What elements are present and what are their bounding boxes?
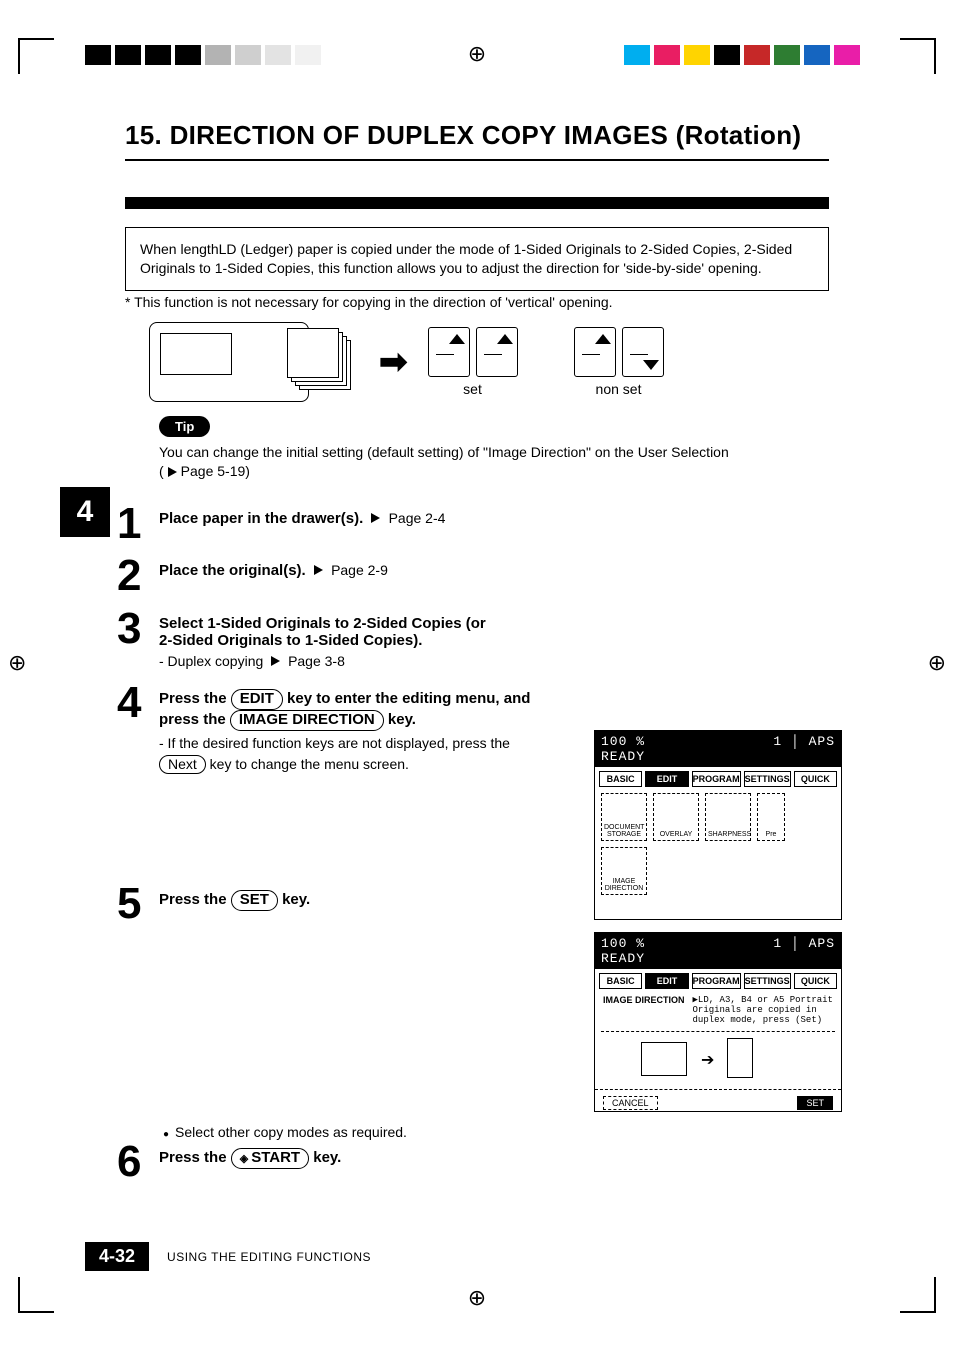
xref-arrow-icon xyxy=(371,513,380,523)
lcd-msg-row: IMAGE DIRECTION ▶LD, A3, B4 or A5 Portra… xyxy=(595,991,841,1029)
edit-key: EDIT xyxy=(231,689,283,710)
step-1: 1 Place paper in the drawer(s). Page 2-4 xyxy=(125,504,829,544)
paper-stack-icon xyxy=(289,328,359,396)
step3-heading-a: Select 1-Sided Originals to 2-Sided Copi… xyxy=(159,615,829,632)
lcd-tab-row: BASIC EDIT PROGRAM SETTINGS QUICK xyxy=(599,771,837,787)
step4-line2: press the IMAGE DIRECTION key. xyxy=(159,710,549,731)
next-key: Next xyxy=(159,755,206,775)
lcd-screen-image-direction: 100 % 1 │ APS READY BASIC EDIT PROGRAM S… xyxy=(594,932,842,1112)
lcd-icon-row2: IMAGE DIRECTION xyxy=(601,847,835,895)
tip-text: You can change the initial setting (defa… xyxy=(159,443,829,482)
arrow-right-icon: ➡ xyxy=(379,342,408,382)
xref-arrow-icon xyxy=(271,656,280,666)
tip-badge: Tip xyxy=(159,416,210,437)
overlay-icon: OVERLAY xyxy=(653,793,699,841)
xref-arrow-icon xyxy=(168,467,177,477)
tab-edit: EDIT xyxy=(645,973,688,989)
step3-heading-b: 2-Sided Originals to 1-Sided Copies). xyxy=(159,632,829,649)
doc-storage-icon: DOCUMENT STORAGE xyxy=(601,793,647,841)
crop-mark-icon xyxy=(18,1277,54,1313)
sharpness-icon: SHARPNESS xyxy=(705,793,751,841)
scanner-icon xyxy=(149,322,309,402)
step2-xref: Page 2-9 xyxy=(331,562,388,578)
lcd-header: 100 % 1 │ APS READY xyxy=(595,731,841,767)
side-register-icon: ⊕ xyxy=(928,650,946,676)
step1-xref: Page 2-4 xyxy=(389,510,446,526)
step-number: 2 xyxy=(117,556,151,596)
tip-body: You can change the initial setting (defa… xyxy=(159,444,729,460)
step3-sub: - Duplex copying Page 3-8 xyxy=(159,653,829,669)
duplex-diagram: ➡ set non set xyxy=(149,322,829,402)
set-label: set xyxy=(463,381,482,397)
image-direction-icon: IMAGE DIRECTION xyxy=(601,847,647,895)
lcd-message: ▶LD, A3, B4 or A5 Portrait Originals are… xyxy=(693,995,833,1025)
side-register-icon: ⊕ xyxy=(8,650,26,676)
step1-heading: Place paper in the drawer(s). xyxy=(159,510,363,527)
crop-mark-icon xyxy=(900,1277,936,1313)
cancel-button: CANCEL xyxy=(603,1096,658,1110)
footer-section-title: USING THE EDITING FUNCTIONS xyxy=(167,1250,371,1264)
xref-arrow-icon xyxy=(314,565,323,575)
step4-sub: - If the desired function keys are not d… xyxy=(159,735,549,751)
lcd-header: 100 % 1 │ APS READY xyxy=(595,933,841,969)
step2-heading: Place the original(s). xyxy=(159,562,306,579)
pre-icon: Pre xyxy=(757,793,785,841)
lcd-screen-edit-menu: 100 % 1 │ APS READY BASIC EDIT PROGRAM S… xyxy=(594,730,842,920)
tip-xref: Page 5-19 xyxy=(181,463,246,479)
step-number: 6 xyxy=(117,1142,151,1182)
nonset-label: non set xyxy=(596,381,642,397)
step4-sub2: Next key to change the menu screen. xyxy=(159,755,549,775)
result-nonset: non set xyxy=(574,327,664,397)
step-number: 5 xyxy=(117,884,151,924)
color-bars-icon xyxy=(624,45,864,65)
step6-heading: Press the START key. xyxy=(159,1149,341,1166)
divider-thick xyxy=(125,197,829,209)
page-title: 15. DIRECTION OF DUPLEX COPY IMAGES (Rot… xyxy=(125,120,829,161)
intro-box: When lengthLD (Ledger) paper is copied u… xyxy=(125,227,829,291)
step5-heading: Press the SET key. xyxy=(159,891,310,908)
manual-page: ⊕ ⊕ ⊕ ⊕ 15. DIRECTION OF DUPLEX COPY IMA… xyxy=(0,0,954,1351)
step4-line1: Press the EDIT key to enter the editing … xyxy=(159,689,549,710)
step-number: 1 xyxy=(117,504,151,544)
intro-note: * This function is not necessary for cop… xyxy=(125,294,829,310)
tab-program: PROGRAM xyxy=(692,771,741,787)
crop-mark-icon xyxy=(18,38,54,74)
lcd-tab-row: BASIC EDIT PROGRAM SETTINGS QUICK xyxy=(599,973,837,989)
step-2: 2 Place the original(s). Page 2-9 xyxy=(125,556,829,596)
start-key: START xyxy=(231,1148,309,1169)
tab-basic: BASIC xyxy=(599,771,642,787)
bottom-register-icon: ⊕ xyxy=(468,1285,486,1311)
result-set: set xyxy=(428,327,518,397)
registration-row: ⊕ xyxy=(0,45,954,69)
tab-basic: BASIC xyxy=(599,973,642,989)
page-number-badge: 4-32 xyxy=(85,1242,149,1271)
lcd-bottom-buttons: CANCEL SET xyxy=(595,1089,841,1116)
tab-quick: QUICK xyxy=(794,973,837,989)
step-number: 3 xyxy=(117,609,151,649)
center-register-icon: ⊕ xyxy=(468,41,486,67)
image-direction-key: IMAGE DIRECTION xyxy=(230,710,384,731)
step-6: 6 Press the START key. xyxy=(125,1142,829,1182)
step-number: 4 xyxy=(117,683,151,723)
page-footer: 4-32 USING THE EDITING FUNCTIONS xyxy=(85,1242,869,1271)
tab-settings: SETTINGS xyxy=(744,771,791,787)
set-key: SET xyxy=(231,890,278,911)
lcd-label: IMAGE DIRECTION xyxy=(603,995,685,1025)
tab-settings: SETTINGS xyxy=(744,973,791,989)
tab-quick: QUICK xyxy=(794,771,837,787)
step3-sub-xref: Page 3-8 xyxy=(288,653,345,669)
lcd-illustration-icon: ➔ xyxy=(601,1031,835,1085)
chapter-tab: 4 xyxy=(60,487,110,537)
lcd-icon-row: DOCUMENT STORAGE OVERLAY SHARPNESS Pre xyxy=(601,793,835,841)
set-button: SET xyxy=(797,1096,833,1110)
select-other-modes-note: Select other copy modes as required. xyxy=(163,1124,829,1140)
greyscale-bars-icon xyxy=(85,45,325,65)
tab-program: PROGRAM xyxy=(692,973,741,989)
tab-edit: EDIT xyxy=(645,771,688,787)
crop-mark-icon xyxy=(900,38,936,74)
step-3: 3 Select 1-Sided Originals to 2-Sided Co… xyxy=(125,609,829,669)
